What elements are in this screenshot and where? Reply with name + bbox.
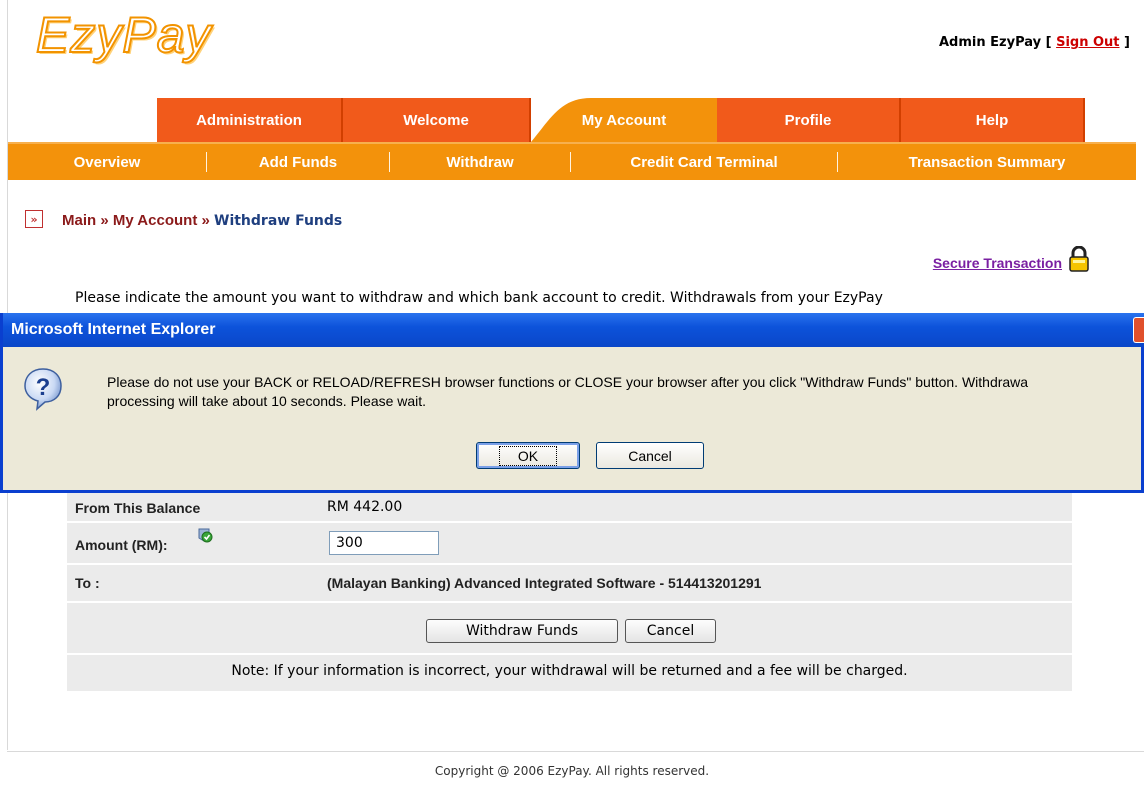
- tab-welcome[interactable]: Welcome: [343, 98, 531, 142]
- subnav-credit-card-terminal[interactable]: Credit Card Terminal: [571, 144, 837, 180]
- buttons-row: Withdraw Funds Cancel: [67, 603, 1072, 655]
- sub-navigation: Overview Add Funds Withdraw Credit Card …: [8, 142, 1136, 180]
- tab-help[interactable]: Help: [901, 98, 1085, 142]
- tab-administration[interactable]: Administration: [157, 98, 343, 142]
- breadcrumb-main-link[interactable]: Main: [62, 212, 96, 229]
- amount-input[interactable]: [329, 531, 439, 555]
- svg-text:?: ?: [36, 374, 51, 401]
- footer-divider: [7, 751, 1144, 752]
- subnav-overview[interactable]: Overview: [8, 144, 206, 180]
- registered-mark: ®: [210, 0, 218, 2]
- amount-label: Amount (RM):: [75, 537, 168, 553]
- dialog-ok-button[interactable]: OK: [476, 442, 580, 469]
- cancel-button[interactable]: Cancel: [625, 619, 716, 643]
- intro-text: Please indicate the amount you want to w…: [75, 290, 883, 306]
- tab-profile[interactable]: Profile: [717, 98, 901, 142]
- dialog-title-bar[interactable]: Microsoft Internet Explorer: [3, 313, 1144, 347]
- dialog-title: Microsoft Internet Explorer: [11, 321, 216, 338]
- bank-account-value: (Malayan Banking) Advanced Integrated So…: [327, 575, 762, 591]
- note-row: Note: If your information is incorrect, …: [67, 655, 1072, 693]
- to-label: To :: [75, 575, 100, 591]
- withdraw-funds-button[interactable]: Withdraw Funds: [426, 619, 618, 643]
- verified-shield-icon: [198, 528, 213, 543]
- balance-value: RM 442.00: [327, 499, 403, 515]
- confirm-dialog: Microsoft Internet Explorer ? Please do …: [0, 313, 1144, 493]
- subnav-add-funds[interactable]: Add Funds: [207, 144, 389, 180]
- secure-transaction-link[interactable]: Secure Transaction: [933, 255, 1062, 271]
- breadcrumb-arrow-icon: »: [25, 210, 43, 228]
- dialog-close-button[interactable]: [1133, 317, 1144, 343]
- subnav-withdraw[interactable]: Withdraw: [390, 144, 570, 180]
- copyright: Copyright @ 2006 EzyPay. All rights rese…: [434, 764, 710, 778]
- balance-row: From This Balance RM 442.00: [67, 492, 1072, 523]
- breadcrumb: Main » My Account » Withdraw Funds: [62, 212, 343, 229]
- dialog-message: Please do not use your BACK or RELOAD/RE…: [107, 374, 1029, 409]
- sign-out-link[interactable]: Sign Out: [1056, 35, 1119, 50]
- ezypay-logo: EzyPay®: [35, 0, 219, 64]
- user-area: Admin EzyPay [ Sign Out ]: [939, 35, 1130, 50]
- note-text: Note: If your information is incorrect, …: [231, 663, 908, 679]
- user-name: Admin EzyPay [: [939, 35, 1057, 50]
- breadcrumb-current: Withdraw Funds: [214, 213, 343, 229]
- breadcrumb-my-account-link[interactable]: My Account: [113, 212, 197, 229]
- amount-row: Amount (RM):: [67, 523, 1072, 565]
- dialog-cancel-button[interactable]: Cancel: [596, 442, 704, 469]
- tab-my-account[interactable]: My Account: [531, 98, 717, 142]
- question-icon: ?: [24, 368, 62, 411]
- lock-icon: [1069, 246, 1089, 272]
- balance-label: From This Balance: [75, 500, 201, 516]
- subnav-transaction-summary[interactable]: Transaction Summary: [838, 144, 1136, 180]
- to-row: To : (Malayan Banking) Advanced Integrat…: [67, 565, 1072, 603]
